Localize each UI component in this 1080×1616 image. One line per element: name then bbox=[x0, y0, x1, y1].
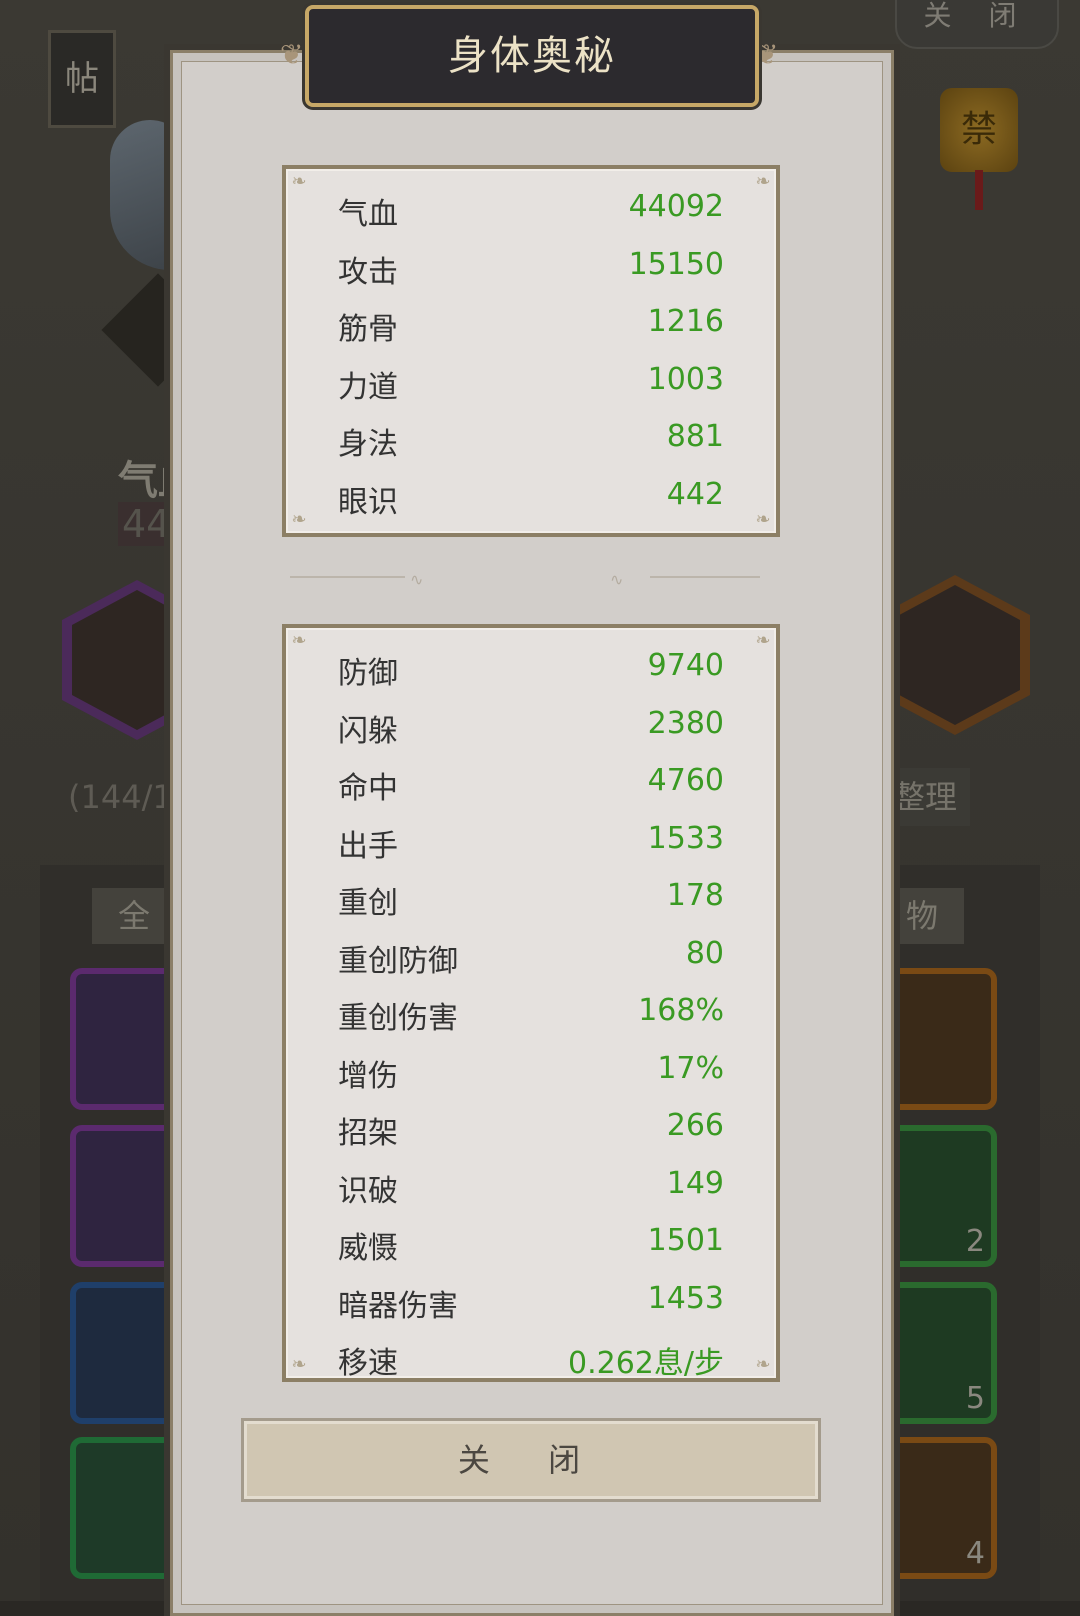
stat-label: 攻击 bbox=[338, 254, 398, 290]
stat-value: 168% bbox=[638, 993, 724, 1028]
corner-ornament-icon: ❧ bbox=[755, 509, 771, 530]
stat-value: 80 bbox=[685, 935, 724, 971]
stat-label: 防御 bbox=[338, 656, 398, 691]
stat-value: 266 bbox=[666, 1108, 724, 1143]
primary-stats-box: ❧ ❧ ❧ ❧ 气血 44092 攻击 15150 筋骨 1216 力道 1003 身法 881 眼… bbox=[282, 165, 780, 537]
slot-count: 5 bbox=[965, 1381, 985, 1416]
stat-label: 重创防御 bbox=[338, 943, 458, 979]
inventory-slot bbox=[880, 968, 997, 1110]
corner-ornament-icon: ❧ bbox=[291, 630, 307, 651]
corner-ornament-icon: ❧ bbox=[755, 171, 771, 192]
stat-row: 招架 266 bbox=[338, 1108, 724, 1151]
stat-value: 1453 bbox=[647, 1280, 724, 1316]
stat-value: 0.262息/步 bbox=[568, 1346, 724, 1381]
inventory-slot: 4 bbox=[880, 1437, 997, 1579]
stat-row: 重创伤害 168% bbox=[338, 993, 724, 1036]
stat-row: 增伤 17% bbox=[338, 1050, 724, 1094]
corner-ornament-icon: ❧ bbox=[291, 1354, 307, 1375]
stat-row: 筋骨 1216 bbox=[338, 304, 724, 347]
tab-all: 全 bbox=[92, 888, 177, 944]
secondary-stats-box[interactable]: ❧ ❧ ❧ ❧ 防御 9740 闪躲 2380 命中 4760 出手 1533 重创 178 重创防… bbox=[282, 624, 780, 1382]
stat-value: 44092 bbox=[628, 189, 724, 224]
stat-label: 重创伤害 bbox=[338, 1001, 458, 1036]
stat-value: 1003 bbox=[647, 361, 724, 397]
stat-label: 移速 bbox=[338, 1346, 398, 1381]
stat-label: 眼识 bbox=[338, 484, 398, 520]
post-icon: 帖 bbox=[48, 30, 116, 128]
stat-row: 移速 0.262息/步 bbox=[338, 1338, 724, 1378]
stat-label: 暗器伤害 bbox=[338, 1288, 458, 1324]
stat-row: 暗器伤害 1453 bbox=[338, 1280, 724, 1324]
stat-value: 442 bbox=[666, 476, 724, 512]
stat-row: 攻击 15150 bbox=[338, 246, 724, 290]
inventory-slot: 5 bbox=[880, 1282, 997, 1424]
stat-label: 力道 bbox=[338, 369, 398, 405]
slot-count: 2 bbox=[965, 1224, 985, 1259]
stat-row: 出手 1533 bbox=[338, 820, 724, 864]
inventory-slot: 2 bbox=[880, 1125, 997, 1267]
stat-row: 气血 44092 bbox=[338, 189, 724, 232]
stat-value: 4760 bbox=[647, 763, 724, 798]
stat-label: 识破 bbox=[338, 1173, 398, 1209]
stat-label: 增伤 bbox=[338, 1058, 398, 1094]
stat-value: 2380 bbox=[647, 705, 724, 741]
stat-value: 1501 bbox=[647, 1223, 724, 1258]
stat-label: 气血 bbox=[338, 197, 398, 232]
section-divider: ∿ ∿ bbox=[290, 570, 770, 589]
stat-value: 1216 bbox=[647, 304, 724, 339]
corner-ornament-icon: ❧ bbox=[291, 509, 307, 530]
stat-label: 威慑 bbox=[338, 1231, 398, 1266]
close-button[interactable]: 关 闭 bbox=[241, 1418, 821, 1502]
stat-label: 命中 bbox=[338, 771, 398, 806]
mount-slot-icon bbox=[880, 575, 1030, 735]
stat-label: 筋骨 bbox=[338, 312, 398, 347]
stat-row: 身法 881 bbox=[338, 419, 724, 462]
corner-ornament-icon: ❧ bbox=[755, 630, 771, 651]
stat-value: 178 bbox=[666, 878, 724, 913]
stat-row: 眼识 442 bbox=[338, 476, 724, 520]
stat-row: 威慑 1501 bbox=[338, 1223, 724, 1266]
stat-value: 17% bbox=[657, 1050, 724, 1086]
stat-row: 命中 4760 bbox=[338, 763, 724, 806]
stat-label: 身法 bbox=[338, 427, 398, 462]
stat-value: 881 bbox=[666, 419, 724, 454]
stat-value: 9740 bbox=[647, 648, 724, 683]
medal-icon: 禁 bbox=[940, 88, 1018, 172]
slot-count: 4 bbox=[965, 1536, 985, 1571]
stat-value: 15150 bbox=[628, 246, 724, 282]
stat-label: 招架 bbox=[338, 1116, 398, 1151]
stat-label: 重创 bbox=[338, 886, 398, 921]
stat-label: 出手 bbox=[338, 828, 398, 864]
stat-row: 重创防御 80 bbox=[338, 935, 724, 979]
stat-row: 防御 9740 bbox=[338, 648, 724, 691]
stat-row: 重创 178 bbox=[338, 878, 724, 921]
stat-label: 闪躲 bbox=[338, 713, 398, 749]
stat-row: 力道 1003 bbox=[338, 361, 724, 405]
stat-row: 闪躲 2380 bbox=[338, 705, 724, 749]
stat-row: 识破 149 bbox=[338, 1165, 724, 1209]
corner-ornament-icon: ❧ bbox=[291, 171, 307, 192]
corner-ornament-icon: ❧ bbox=[755, 1354, 771, 1375]
dialog-title: 身体奥秘 bbox=[305, 5, 759, 107]
background-close-button: 关 闭 bbox=[895, 0, 1059, 49]
title-ornament-right-icon: ❦ bbox=[755, 38, 779, 71]
stat-value: 149 bbox=[666, 1165, 724, 1201]
stat-value: 1533 bbox=[647, 820, 724, 856]
tassel-decoration bbox=[975, 170, 983, 210]
